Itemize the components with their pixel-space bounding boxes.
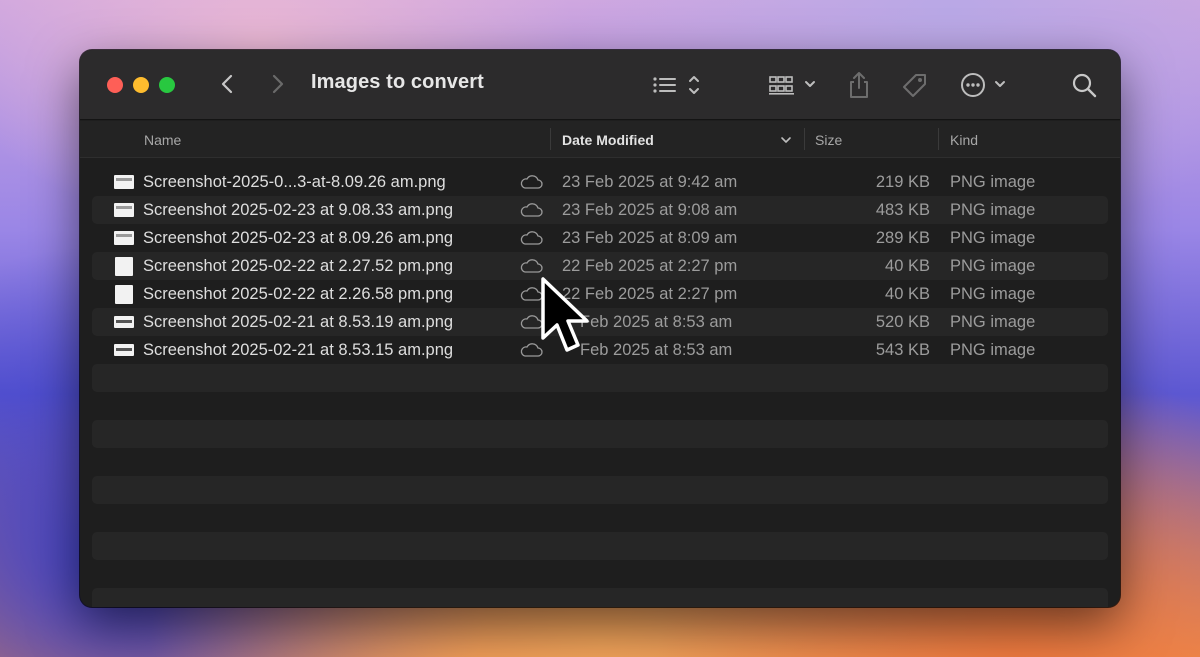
file-name: Screenshot 2025-02-23 at 8.09.26 am.png [143, 229, 454, 247]
file-kind: PNG image [950, 257, 1036, 275]
empty-row [92, 476, 1108, 504]
close-button[interactable] [107, 77, 123, 93]
toolbar: Images to convert [80, 50, 1120, 120]
file-kind: PNG image [950, 285, 1036, 303]
file-date: 23 Feb 2025 at 9:08 am [562, 201, 738, 219]
tag-icon[interactable] [898, 68, 930, 102]
empty-row [92, 392, 1108, 420]
file-size: 483 KB [875, 201, 930, 219]
column-divider[interactable] [938, 128, 939, 150]
file-name: Screenshot 2025-02-21 at 8.53.19 am.png [143, 313, 454, 331]
search-icon[interactable] [1070, 68, 1100, 102]
empty-row [92, 448, 1108, 476]
file-size: 520 KB [875, 313, 930, 331]
png-file-icon [114, 344, 134, 356]
file-date: 23 Feb 2025 at 9:42 am [562, 173, 738, 191]
file-size: 40 KB [885, 285, 930, 303]
file-row[interactable]: Screenshot 2025-02-21 at 8.53.15 am.png … [92, 336, 1108, 364]
png-file-icon [114, 175, 134, 189]
column-size-header[interactable]: Size [815, 132, 842, 148]
empty-row [92, 504, 1108, 532]
file-name: Screenshot 2025-02-23 at 9.08.33 am.png [143, 201, 454, 219]
column-kind-header[interactable]: Kind [950, 132, 978, 148]
finder-window: Images to convert Name Date Modified Siz… [80, 50, 1120, 607]
png-file-icon [114, 316, 134, 328]
window-title: Images to convert [311, 71, 484, 93]
empty-row [92, 532, 1108, 560]
cloud-icon[interactable] [519, 258, 543, 274]
empty-row [92, 588, 1108, 607]
file-size: 289 KB [875, 229, 930, 247]
file-list: Screenshot-2025-0...3-at-8.09.26 am.png … [92, 168, 1108, 607]
file-kind: PNG image [950, 341, 1036, 359]
cloud-icon[interactable] [519, 230, 543, 246]
share-icon[interactable] [846, 68, 872, 102]
file-row[interactable]: Screenshot 2025-02-22 at 2.27.52 pm.png … [92, 252, 1108, 280]
png-file-icon [115, 285, 133, 304]
column-header: Name Date Modified Size Kind [80, 121, 1120, 158]
file-date: 23 Feb 2025 at 8:09 am [562, 229, 738, 247]
file-row[interactable]: Screenshot 2025-02-21 at 8.53.19 am.png … [92, 308, 1108, 336]
minimize-button[interactable] [133, 77, 149, 93]
column-date-header[interactable]: Date Modified [562, 132, 654, 148]
chevron-right-icon[interactable] [266, 68, 288, 100]
file-name: Screenshot 2025-02-21 at 8.53.15 am.png [143, 341, 454, 359]
file-size: 543 KB [875, 341, 930, 359]
file-row[interactable]: Screenshot 2025-02-23 at 9.08.33 am.png … [92, 196, 1108, 224]
file-name: Screenshot 2025-02-22 at 2.27.52 pm.png [143, 257, 454, 275]
png-file-icon [114, 231, 134, 245]
file-date: 22 Feb 2025 at 2:27 pm [562, 257, 738, 275]
column-divider[interactable] [804, 128, 805, 150]
png-file-icon [115, 257, 133, 276]
empty-row [92, 560, 1108, 588]
empty-row [92, 364, 1108, 392]
png-file-icon [114, 203, 134, 217]
column-divider[interactable] [550, 128, 551, 150]
file-size: 219 KB [875, 173, 930, 191]
file-kind: PNG image [950, 173, 1036, 191]
cloud-icon[interactable] [519, 202, 543, 218]
group-grid-icon[interactable] [768, 68, 820, 102]
file-size: 40 KB [885, 257, 930, 275]
file-name: Screenshot-2025-0...3-at-8.09.26 am.png [143, 173, 446, 191]
file-row[interactable]: Screenshot-2025-0...3-at-8.09.26 am.png … [92, 168, 1108, 196]
mouse-pointer-icon [541, 277, 589, 352]
file-kind: PNG image [950, 313, 1036, 331]
file-date: Feb 2025 at 8:53 am [580, 341, 733, 359]
column-name-header[interactable]: Name [144, 132, 181, 148]
file-row[interactable]: Screenshot 2025-02-22 at 2.26.58 pm.png … [92, 280, 1108, 308]
maximize-button[interactable] [159, 77, 175, 93]
chevron-left-icon[interactable] [216, 68, 238, 100]
ellipsis-circle-icon[interactable] [960, 68, 1010, 102]
sort-chevron-down-icon[interactable] [780, 135, 792, 145]
file-row[interactable]: Screenshot 2025-02-23 at 8.09.26 am.png … [92, 224, 1108, 252]
list-view-icon[interactable] [652, 68, 704, 102]
file-kind: PNG image [950, 229, 1036, 247]
cloud-icon[interactable] [519, 174, 543, 190]
file-kind: PNG image [950, 201, 1036, 219]
file-name: Screenshot 2025-02-22 at 2.26.58 pm.png [143, 285, 454, 303]
file-date: Feb 2025 at 8:53 am [580, 313, 733, 331]
empty-row [92, 420, 1108, 448]
